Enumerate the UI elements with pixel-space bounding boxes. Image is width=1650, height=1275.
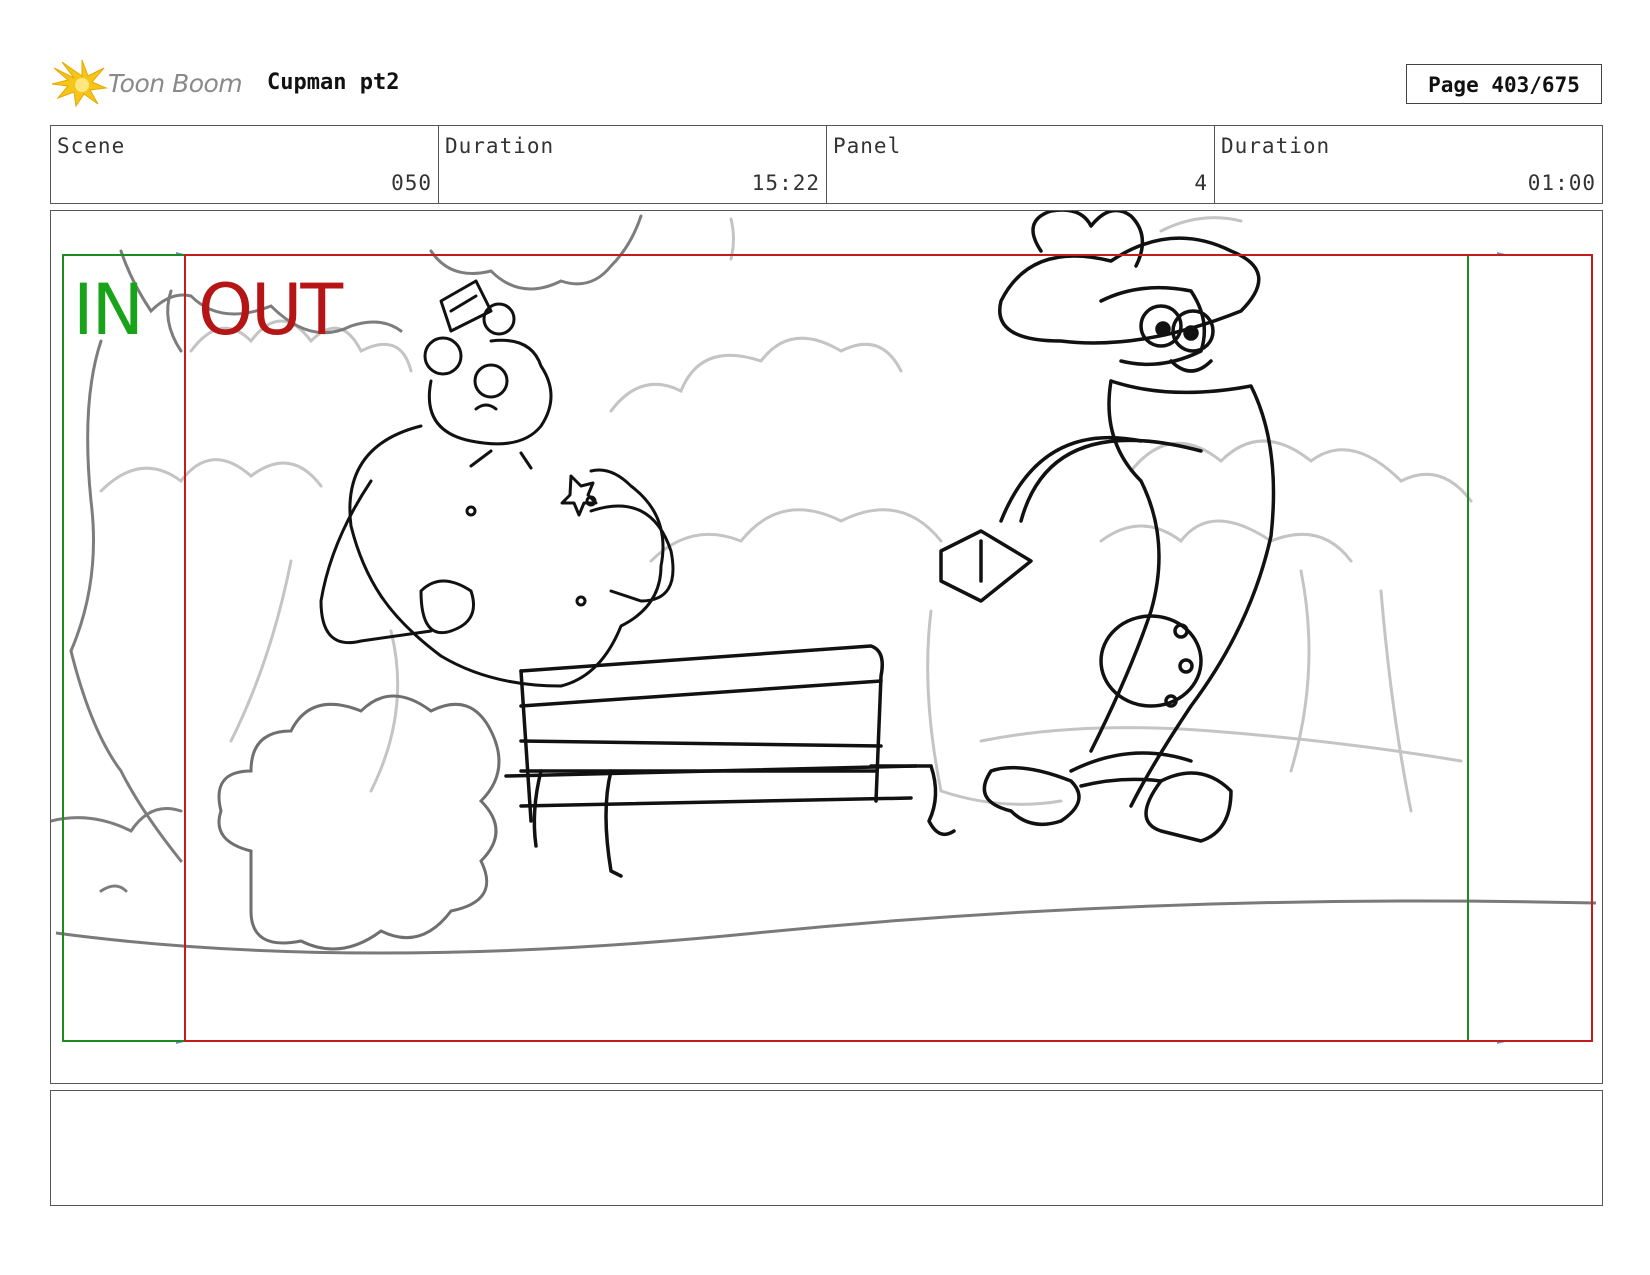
scene-label: Scene: [57, 134, 126, 158]
panel-value: 4: [1194, 171, 1208, 195]
panel-cell: Panel 4: [827, 126, 1215, 203]
project-title: Cupman pt2: [267, 70, 400, 95]
scene-info-row: Scene 050 Duration 15:22 Panel 4 Duratio…: [50, 125, 1603, 204]
scene-duration-label: Duration: [445, 134, 555, 158]
scene-duration-value: 15:22: [751, 171, 820, 195]
toon-boom-logo: Toon Boom: [52, 58, 252, 108]
panel-notes-box[interactable]: [50, 1090, 1603, 1206]
logo-text: Toon Boom: [108, 69, 243, 98]
scene-cell: Scene 050: [51, 126, 439, 203]
storyboard-panel: IN OUT: [50, 210, 1603, 1084]
panel-duration-label: Duration: [1221, 134, 1331, 158]
page-indicator: Page 403/675: [1406, 64, 1602, 104]
scene-value: 050: [391, 171, 432, 195]
panel-duration-value: 01:00: [1527, 171, 1596, 195]
page-label: Page 403/675: [1428, 73, 1580, 97]
panel-duration-cell: Duration 01:00: [1215, 126, 1602, 203]
panel-label: Panel: [833, 134, 902, 158]
scene-duration-cell: Duration 15:22: [439, 126, 827, 203]
in-label: IN: [73, 269, 144, 351]
toon-boom-flame-icon: [52, 59, 108, 108]
out-frame: [184, 254, 1593, 1042]
out-label: OUT: [198, 269, 343, 351]
